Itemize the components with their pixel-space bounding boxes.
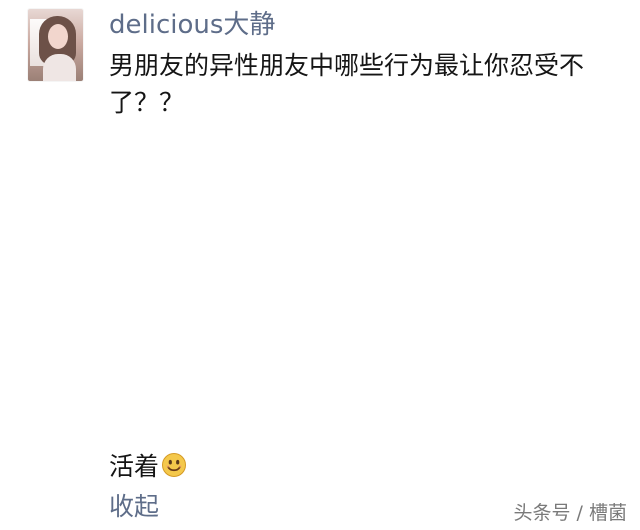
collapse-link[interactable]: 收起: [109, 486, 159, 528]
smiley-icon: [161, 452, 187, 478]
post-content: 男朋友的异性朋友中哪些行为最让你忍受不了？？: [109, 51, 585, 117]
avatar-face: [48, 24, 68, 49]
reply-text: 活着: [109, 452, 160, 481]
avatar[interactable]: [28, 9, 83, 81]
avatar-body: [43, 54, 76, 81]
source-watermark: 头条号 / 槽菌: [513, 502, 627, 524]
reply-line: 活着: [109, 444, 187, 486]
post-card: delicious大静 男朋友的异性朋友中哪些行为最让你忍受不了？？ 活着 收起…: [0, 0, 640, 530]
username[interactable]: delicious大静: [109, 4, 275, 46]
